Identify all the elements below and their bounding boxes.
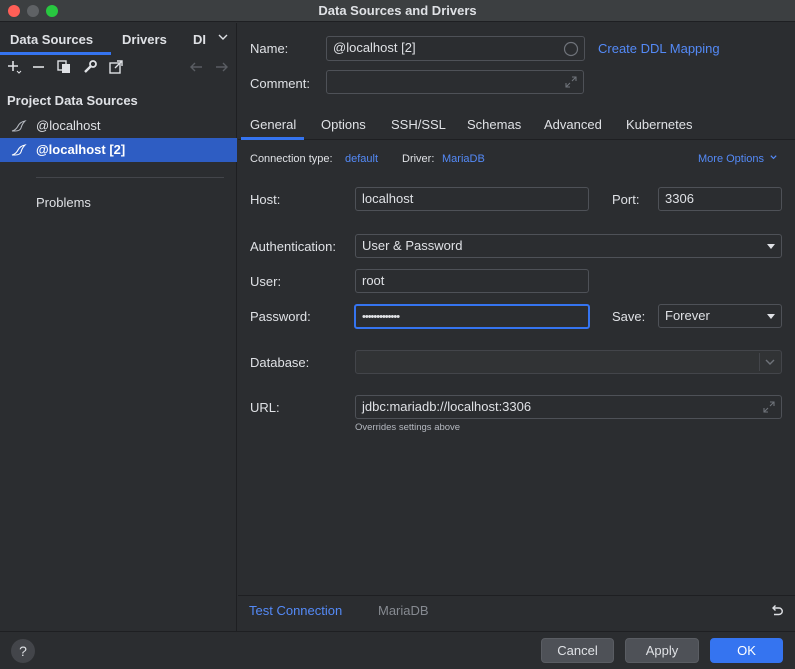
url-hint: Overrides settings above <box>355 422 461 433</box>
settings-tab-bar: General Options SSH/SSL Schemas Advanced… <box>238 108 795 140</box>
name-value: @localhost [2] <box>333 40 416 55</box>
tab-data-sources[interactable]: Data Sources <box>10 32 93 47</box>
title-bar: Data Sources and Drivers <box>0 0 795 22</box>
driver-link[interactable]: MariaDB <box>442 153 485 165</box>
divider <box>36 177 224 178</box>
tab-schemas[interactable]: Schemas <box>467 117 521 132</box>
data-source-item[interactable]: @localhost <box>0 114 237 138</box>
expand-icon[interactable] <box>762 400 776 414</box>
data-source-label: @localhost <box>36 118 101 133</box>
chevron-down-icon[interactable] <box>216 30 230 44</box>
password-field[interactable]: ••••••••••••• <box>354 304 590 329</box>
active-tab-indicator <box>241 137 304 140</box>
authentication-value: User & Password <box>362 238 463 253</box>
forward-arrow-icon[interactable] <box>214 59 230 75</box>
user-value: root <box>362 273 385 288</box>
comment-field[interactable] <box>326 70 584 94</box>
apply-button[interactable]: Apply <box>625 638 699 663</box>
dropdown-arrow-icon <box>767 314 775 319</box>
user-field[interactable]: root <box>355 269 589 293</box>
tab-advanced[interactable]: Advanced <box>544 117 602 132</box>
url-field[interactable]: jdbc:mariadb://localhost:3306 <box>355 395 782 419</box>
cancel-button[interactable]: Cancel <box>541 638 614 663</box>
right-panel: Name: @localhost [2] Create DDL Mapping … <box>238 23 795 631</box>
data-source-label: @localhost [2] <box>36 142 126 157</box>
comment-label: Comment: <box>250 76 310 91</box>
minimize-window-button[interactable] <box>27 5 39 17</box>
port-field[interactable]: 3306 <box>658 187 782 211</box>
port-value: 3306 <box>665 191 694 206</box>
close-window-button[interactable] <box>8 5 20 17</box>
window-title: Data Sources and Drivers <box>318 3 477 18</box>
url-label: URL: <box>250 400 280 415</box>
mariadb-icon <box>11 120 27 132</box>
left-panel: Data Sources Drivers DI Project Data Sou… <box>0 23 237 631</box>
more-options-link[interactable]: More Options <box>698 153 778 165</box>
port-label: Port: <box>612 192 640 207</box>
host-field[interactable]: localhost <box>355 187 589 211</box>
tab-ssh-ssl[interactable]: SSH/SSL <box>391 117 446 132</box>
connection-type-label: Connection type: <box>250 153 333 165</box>
save-dropdown[interactable]: Forever <box>658 304 782 328</box>
copy-icon[interactable] <box>56 59 72 75</box>
tab-general[interactable]: General <box>250 117 296 132</box>
left-toolbar <box>0 55 237 81</box>
user-label: User: <box>250 274 282 289</box>
open-external-icon[interactable] <box>108 59 124 75</box>
connection-type-link[interactable]: default <box>345 153 378 165</box>
add-icon[interactable] <box>6 59 22 75</box>
help-button[interactable]: ? <box>11 639 35 663</box>
problems-item[interactable]: Problems <box>36 195 91 210</box>
tab-drivers[interactable]: Drivers <box>122 32 167 47</box>
expand-icon[interactable] <box>564 75 578 89</box>
database-dropdown[interactable] <box>355 350 782 374</box>
host-label: Host: <box>250 192 281 207</box>
reset-icon[interactable] <box>770 603 784 617</box>
authentication-label: Authentication: <box>250 239 337 254</box>
password-value: ••••••••••••• <box>362 311 400 323</box>
wrench-icon[interactable] <box>82 59 98 75</box>
connection-bar: Test Connection MariaDB <box>238 595 795 631</box>
save-label: Save: <box>612 309 646 324</box>
dropdown-arrow-icon <box>767 244 775 249</box>
database-label: Database: <box>250 355 310 370</box>
back-arrow-icon[interactable] <box>188 59 204 75</box>
data-source-item-selected[interactable]: @localhost [2] <box>0 138 237 162</box>
test-connection-link[interactable]: Test Connection <box>249 603 342 618</box>
tab-kubernetes[interactable]: Kubernetes <box>626 117 693 132</box>
save-value: Forever <box>665 308 710 323</box>
mariadb-icon <box>11 144 27 156</box>
left-tab-bar: Data Sources Drivers DI <box>0 23 237 55</box>
password-label: Password: <box>250 309 311 324</box>
maximize-window-button[interactable] <box>46 5 58 17</box>
driver-label: Driver: <box>402 153 435 165</box>
url-value: jdbc:mariadb://localhost:3306 <box>362 399 532 414</box>
chevron-down-icon <box>770 155 777 160</box>
project-data-sources-heading: Project Data Sources <box>7 93 138 108</box>
tab-ddl-mappings[interactable]: DI <box>193 32 207 47</box>
name-field[interactable]: @localhost [2] <box>326 36 585 61</box>
chevron-down-icon <box>759 353 775 371</box>
remove-icon[interactable] <box>31 59 47 75</box>
tab-options[interactable]: Options <box>321 117 366 132</box>
create-ddl-mapping-link[interactable]: Create DDL Mapping <box>598 41 720 56</box>
ok-button[interactable]: OK <box>710 638 783 663</box>
dialog-footer: ? Cancel Apply OK <box>0 631 795 669</box>
driver-footer-label: MariaDB <box>378 603 429 618</box>
authentication-dropdown[interactable]: User & Password <box>355 234 782 258</box>
name-label: Name: <box>250 41 289 56</box>
host-value: localhost <box>362 191 414 206</box>
more-options-label: More Options <box>698 153 765 165</box>
color-circle-icon[interactable] <box>563 41 579 57</box>
